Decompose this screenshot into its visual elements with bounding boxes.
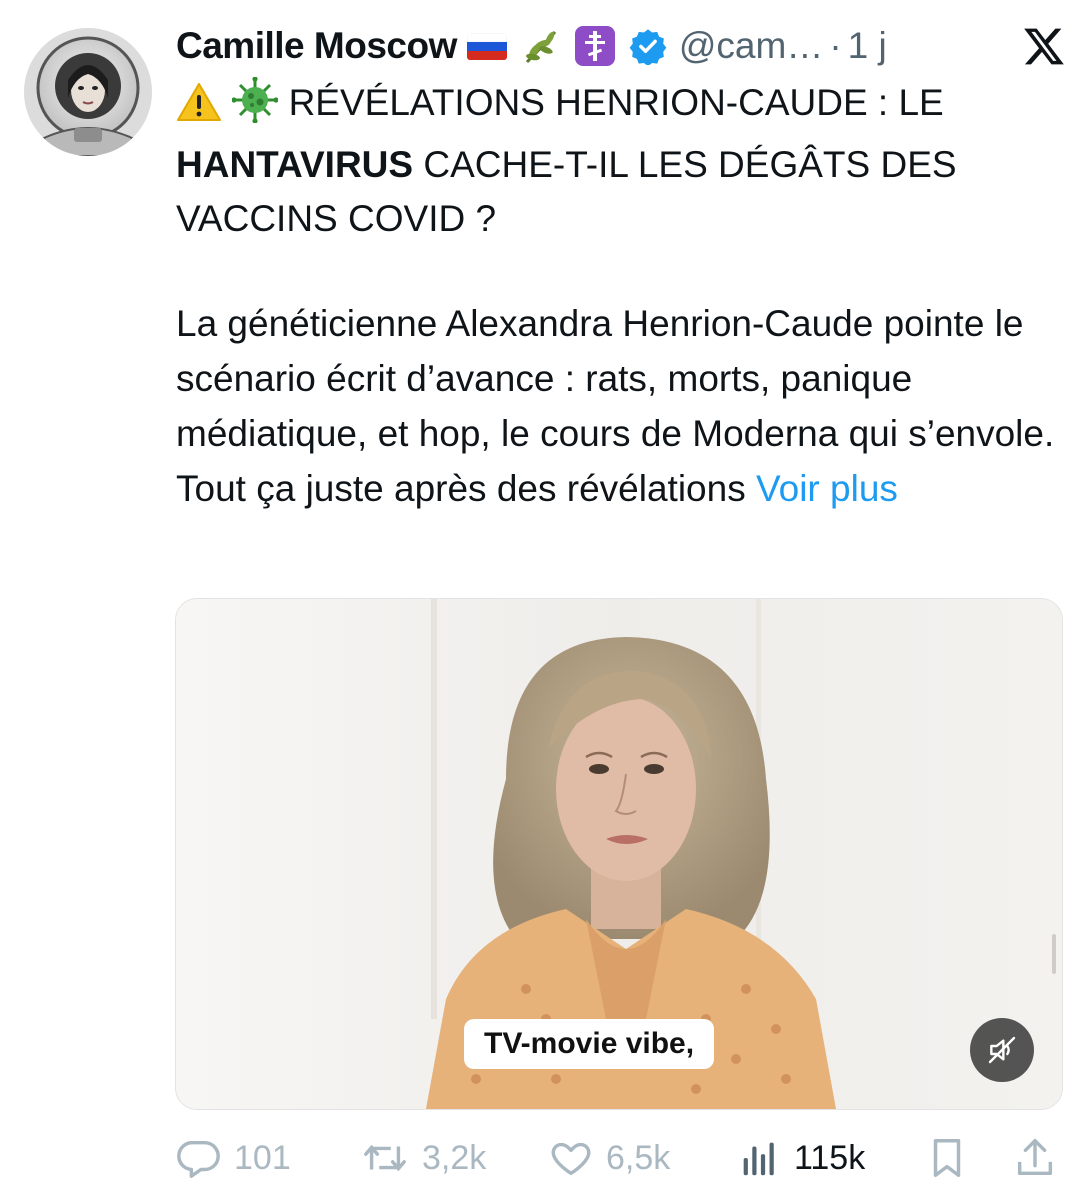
repost-button[interactable]: 3,2k [360, 1128, 486, 1188]
tweet-headline: RÉVÉLATIONS HENRION-CAUDE : LE HANTAVIRU… [176, 76, 1066, 246]
reply-button[interactable]: 101 [176, 1128, 291, 1188]
repost-count: 3,2k [422, 1138, 487, 1177]
avatar[interactable] [24, 28, 152, 156]
like-count: 6,5k [606, 1138, 671, 1177]
virus-icon [231, 76, 279, 138]
russia-flag-icon [466, 32, 507, 60]
share-icon [1017, 1139, 1053, 1176]
separator-dot: · [829, 25, 842, 66]
heart-icon [551, 1142, 591, 1176]
timestamp[interactable]: 1 j [848, 25, 887, 67]
like-button[interactable]: 6,5k [548, 1128, 670, 1188]
warning-icon [176, 81, 222, 138]
x-logo-icon[interactable] [1022, 24, 1066, 73]
reply-count: 101 [234, 1138, 291, 1177]
reply-icon [177, 1140, 220, 1178]
video-subtitle: TV-movie vibe, [464, 1019, 715, 1069]
tweet-actions: 101 3,2k 6,5k 115k [176, 1128, 1066, 1188]
unmute-button[interactable] [970, 1018, 1034, 1082]
bookmark-icon [933, 1139, 961, 1177]
repost-icon [364, 1144, 406, 1172]
tweet: Camille Moscow @cam… · 1 j RÉVÉLATIONS H… [0, 0, 1086, 1199]
views-chart-icon [743, 1142, 774, 1176]
body-text: La généticienne Alexandra Henrion-Caude … [176, 303, 1055, 509]
olive-branch-icon [521, 26, 561, 66]
views-button[interactable]: 115k [736, 1128, 865, 1188]
bookmark-button[interactable] [924, 1128, 970, 1188]
headline-bold: HANTAVIRUS [176, 144, 414, 185]
tweet-body: La généticienne Alexandra Henrion-Caude … [176, 296, 1066, 516]
handle[interactable]: @cam… [679, 25, 823, 67]
show-more-link[interactable]: Voir plus [756, 468, 898, 509]
tweet-header: Camille Moscow @cam… · 1 j [176, 18, 1066, 74]
share-button[interactable] [1012, 1128, 1058, 1188]
headline-part-1: RÉVÉLATIONS HENRION-CAUDE : LE [288, 82, 944, 123]
orthodox-cross-icon [574, 26, 615, 66]
display-name[interactable]: Camille Moscow [176, 25, 457, 67]
verified-badge-icon [629, 27, 667, 65]
avatar-image [24, 28, 152, 156]
muted-speaker-icon [988, 1036, 1016, 1064]
views-count: 115k [794, 1138, 866, 1177]
